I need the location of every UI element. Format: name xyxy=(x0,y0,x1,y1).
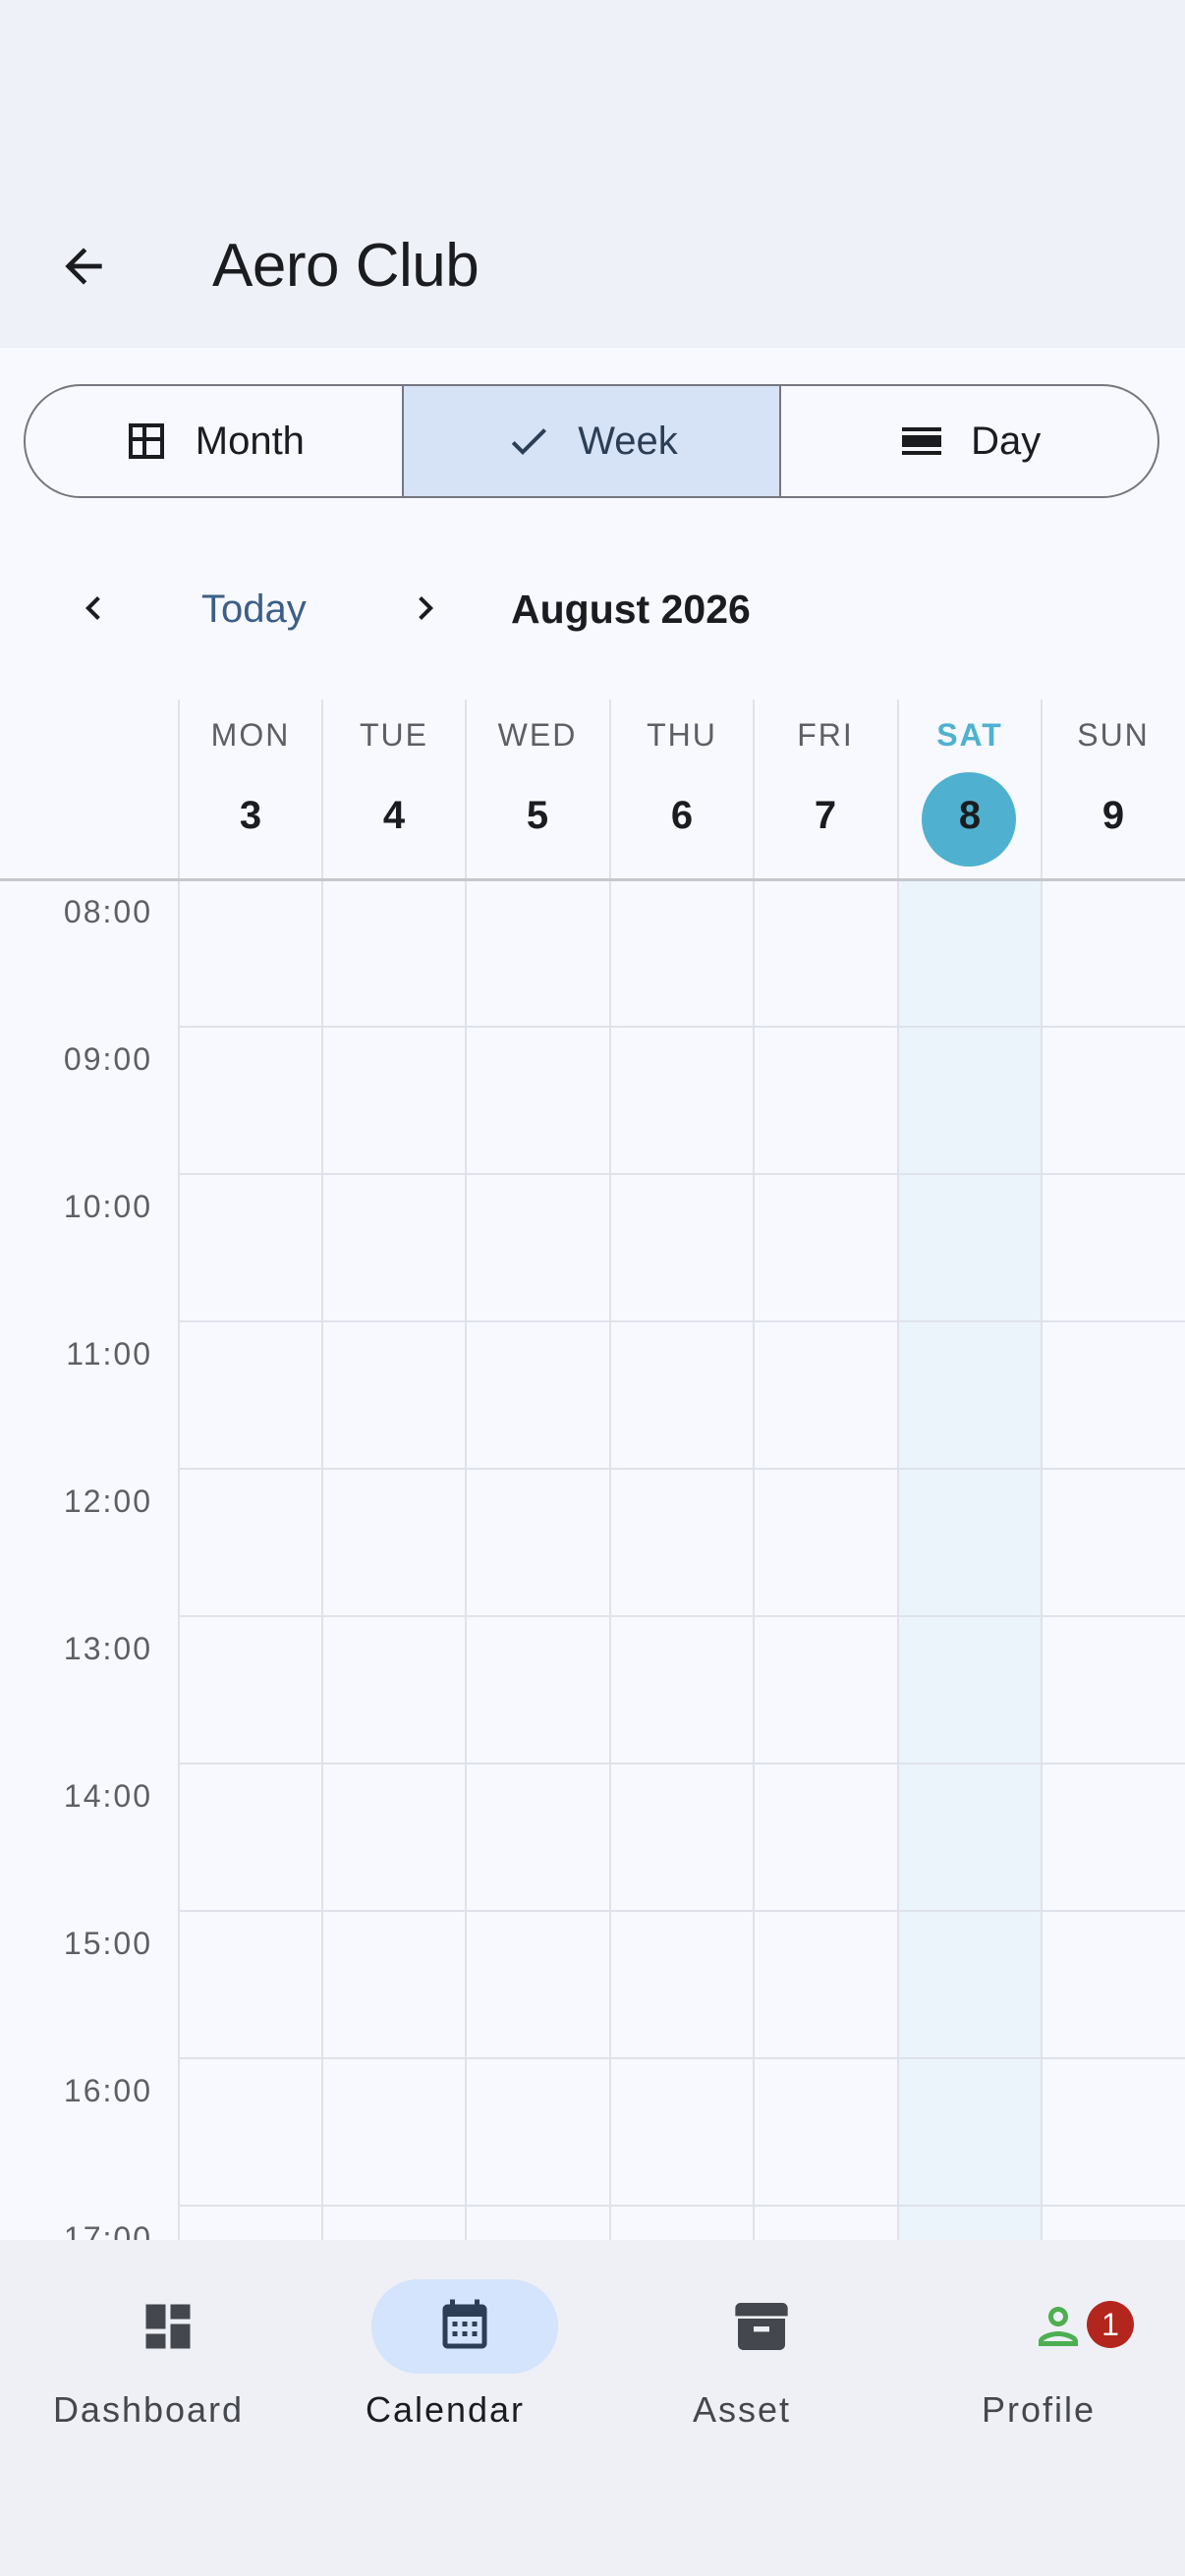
grid-icon xyxy=(123,418,170,465)
day-number: 8 xyxy=(958,794,982,837)
nav-indicator xyxy=(668,2279,855,2374)
check-icon xyxy=(505,418,552,465)
back-button[interactable] xyxy=(49,227,118,306)
day-header-sat[interactable]: SAT 8 xyxy=(898,700,1042,878)
nav-label: Profile xyxy=(981,2389,1097,2430)
view-option-label: Week xyxy=(578,419,678,463)
dashboard-icon xyxy=(145,2304,191,2349)
column-divider xyxy=(178,700,180,2240)
day-name: THU xyxy=(647,717,717,753)
day-name: MON xyxy=(210,717,291,753)
hour-divider xyxy=(179,1026,1185,1028)
person-icon xyxy=(1039,2307,1078,2346)
column-divider xyxy=(609,700,611,2240)
view-option-label: Month xyxy=(195,419,305,463)
header-divider xyxy=(0,878,1185,881)
page-title: Aero Club xyxy=(212,232,480,300)
day-number: 6 xyxy=(670,794,694,837)
hour-label: 09:00 xyxy=(63,1041,152,1077)
nav-indicator xyxy=(75,2279,261,2374)
arrow-back-icon xyxy=(65,248,102,285)
hour-divider xyxy=(179,1173,1185,1175)
column-divider xyxy=(1041,700,1043,2240)
column-divider xyxy=(897,700,899,2240)
day-number: 9 xyxy=(1101,794,1125,837)
day-name: FRI xyxy=(797,717,854,753)
column-divider xyxy=(465,700,467,2240)
hour-divider xyxy=(179,1320,1185,1322)
view-option-month[interactable]: Month xyxy=(26,386,402,496)
day-number: 4 xyxy=(382,794,406,837)
day-header-thu[interactable]: THU 6 xyxy=(610,700,754,878)
view-option-week[interactable]: Week xyxy=(401,386,780,496)
hour-divider xyxy=(179,1910,1185,1912)
hour-label: 13:00 xyxy=(63,1631,152,1666)
archive-icon xyxy=(735,2303,788,2350)
day-name: WED xyxy=(497,717,578,753)
nav-item-profile[interactable]: 1 Profile xyxy=(890,2279,1185,2456)
previous-week-button[interactable] xyxy=(59,574,128,643)
status-bar-area xyxy=(0,0,1185,187)
nav-item-asset[interactable]: Asset xyxy=(593,2279,890,2456)
app-bar xyxy=(0,187,1185,348)
nav-indicator xyxy=(371,2279,558,2374)
day-view-icon xyxy=(898,418,945,465)
hour-divider xyxy=(179,1468,1185,1470)
hour-label: 12:00 xyxy=(63,1484,152,1519)
week-grid: MON 3 TUE 4 WED 5 THU 6 FRI 7 SAT 8 SUN … xyxy=(0,700,1185,2240)
hour-label: 16:00 xyxy=(63,2073,152,2108)
day-name: TUE xyxy=(360,717,428,753)
chevron-left-icon xyxy=(85,596,100,620)
hour-divider xyxy=(179,1615,1185,1617)
bottom-navigation: Dashboard Calendar Asset 1 Profile xyxy=(0,2240,1185,2576)
column-divider xyxy=(321,700,323,2240)
notification-badge: 1 xyxy=(1087,2301,1134,2348)
chevron-right-icon xyxy=(419,596,433,620)
nav-label: Calendar xyxy=(365,2389,526,2430)
view-switcher: Month Week Day xyxy=(24,384,1159,498)
nav-item-calendar[interactable]: Calendar xyxy=(297,2279,593,2456)
day-name: SUN xyxy=(1077,717,1150,753)
view-option-day[interactable]: Day xyxy=(779,386,1157,496)
hour-divider xyxy=(179,2205,1185,2207)
hour-label: 14:00 xyxy=(63,1778,152,1814)
hour-label: 17:00 xyxy=(63,2220,152,2240)
hour-divider xyxy=(179,1763,1185,1764)
view-option-label: Day xyxy=(971,419,1042,463)
column-divider xyxy=(753,700,755,2240)
hour-label: 15:00 xyxy=(63,1926,152,1961)
nav-label: Asset xyxy=(692,2389,792,2430)
hour-label: 08:00 xyxy=(63,894,152,929)
day-header-wed[interactable]: WED 5 xyxy=(466,700,609,878)
hour-label: 10:00 xyxy=(63,1189,152,1224)
day-name: SAT xyxy=(936,717,1003,753)
calendar-icon xyxy=(442,2299,487,2349)
nav-label: Dashboard xyxy=(52,2389,245,2430)
day-header-fri[interactable]: FRI 7 xyxy=(754,700,897,878)
day-header-tue[interactable]: TUE 4 xyxy=(322,700,466,878)
current-period-label: August 2026 xyxy=(511,587,751,632)
day-number: 5 xyxy=(526,794,549,837)
day-number: 3 xyxy=(239,794,262,837)
next-week-button[interactable] xyxy=(391,574,460,643)
today-column-highlight xyxy=(898,880,1042,2240)
date-navigation: Today August 2026 xyxy=(0,550,1185,668)
day-header-mon[interactable]: MON 3 xyxy=(179,700,322,878)
today-button[interactable]: Today xyxy=(201,580,307,639)
day-number: 7 xyxy=(814,794,837,837)
hour-divider xyxy=(179,2057,1185,2059)
hour-label: 11:00 xyxy=(66,1336,152,1372)
nav-item-dashboard[interactable]: Dashboard xyxy=(0,2279,297,2456)
day-header-sun[interactable]: SUN 9 xyxy=(1042,700,1185,878)
